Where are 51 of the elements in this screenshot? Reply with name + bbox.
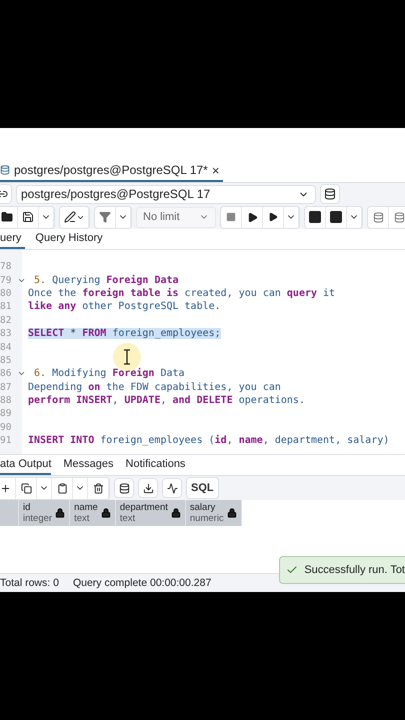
column-type: text [120, 513, 136, 524]
add-row-icon[interactable] [0, 478, 16, 498]
code-line: 5. Querying Foreign Data [33, 274, 179, 286]
line-number: 84 [0, 342, 12, 353]
code-line: perform INSERT, UPDATE, and DELETE operations. [28, 395, 305, 406]
tab-title: postgres/postgres@PostgreSQL 17* [14, 163, 208, 177]
line-number: 86 [0, 368, 12, 380]
output-tab[interactable]: Messages [63, 455, 114, 475]
download-icon[interactable] [138, 478, 158, 498]
column-name: department [120, 502, 168, 513]
check-icon [286, 564, 298, 576]
database-icon[interactable] [320, 184, 340, 204]
lock-icon [170, 508, 181, 518]
query-tab[interactable]: Query History [35, 229, 107, 249]
toast-message: Successfully run. Tot [304, 564, 405, 576]
code-line: Depending on the FDW capabilities, you can [28, 382, 281, 393]
database-icon [0, 165, 10, 175]
column-type: integer [23, 513, 52, 524]
line-number: 85 [0, 354, 12, 366]
folder-icon[interactable] [0, 206, 18, 228]
code-line: Once the foreign table is created, you can query it [28, 288, 336, 299]
line-number: 82 [0, 314, 12, 326]
column-type: numeric [190, 513, 224, 524]
output-tab[interactable]: Notifications [126, 455, 186, 475]
lock-icon [226, 508, 237, 518]
line-number: 91 [0, 435, 12, 446]
database-icon[interactable] [114, 478, 134, 498]
query-status: Query complete 00:00:00.287 [72, 577, 212, 589]
line-number: 79 [0, 274, 12, 286]
sql-button[interactable]: SQL [186, 477, 219, 499]
line-number: 88 [0, 395, 12, 406]
line-number: 83 [0, 328, 12, 340]
limit-select[interactable]: No limit [136, 206, 216, 228]
column-name: salary [190, 502, 216, 513]
code-line: INSERT INTO foreign_employees (id, name, department, salary) [28, 435, 390, 446]
line-number: 80 [0, 288, 12, 299]
close-button[interactable]: × [212, 162, 220, 178]
row-count: Total rows: 0 [0, 577, 59, 589]
line-number: 90 [0, 422, 12, 433]
connection-select[interactable]: postgres/postgres@PostgreSQL 17 [16, 184, 316, 204]
line-number: 81 [0, 301, 12, 312]
column-name: id [23, 502, 32, 513]
line-number: 78 [0, 261, 12, 272]
column-type: text [74, 513, 90, 524]
code-line: like any other PostgreSQL table. [28, 301, 221, 312]
line-number: 87 [0, 382, 12, 393]
code-line: 6. Modifying Foreign Data [33, 368, 185, 380]
column-name: name [74, 502, 98, 513]
lock-icon [55, 508, 66, 518]
lock-icon [100, 508, 111, 518]
line-number: 89 [0, 408, 12, 420]
